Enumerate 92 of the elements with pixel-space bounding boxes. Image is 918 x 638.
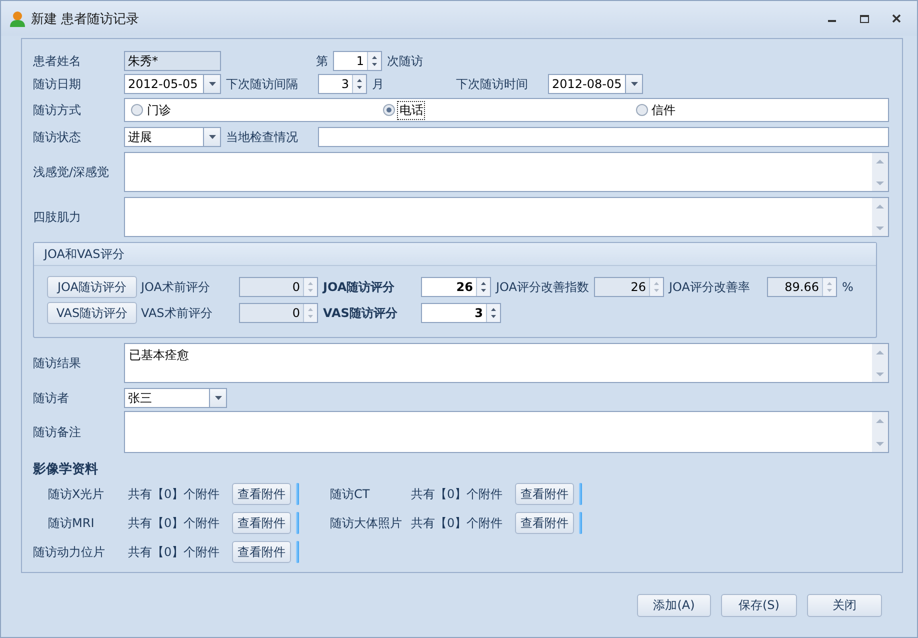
spin-field[interactable]: 1 (333, 51, 382, 71)
view-attachment-button[interactable]: 查看附件 (515, 512, 574, 534)
field-label: 患者姓名 (33, 52, 82, 70)
radio-icon[interactable] (383, 104, 396, 116)
spin-field[interactable]: 0 (239, 277, 318, 297)
scrollbar[interactable] (872, 153, 888, 191)
divider-bar (579, 512, 582, 534)
spin-field[interactable]: 0 (239, 303, 318, 323)
section-title: 影像学资料 (33, 461, 98, 478)
dropdown-button[interactable] (203, 128, 220, 146)
user-icon (10, 10, 25, 26)
dropdown-field[interactable]: 张三 (124, 388, 227, 408)
spin-field[interactable]: 26 (421, 277, 491, 297)
date-picker[interactable]: 2012-08-05 (548, 74, 643, 94)
footer-button[interactable]: 保存(S) (721, 594, 797, 617)
dropdown-field[interactable]: 进展 (124, 127, 221, 147)
dropdown-button[interactable] (203, 75, 220, 93)
divider-bar (296, 512, 299, 534)
footer-button[interactable]: 关闭 (807, 594, 882, 617)
score-button[interactable]: VAS随访评分 (47, 302, 137, 324)
spin-arrows-icon[interactable] (367, 52, 381, 70)
field-label: 当地检查情况 (226, 128, 299, 146)
scrollbar[interactable] (872, 344, 888, 382)
field-label: 随访方式 (33, 102, 82, 118)
attachment-label: 随访CT (330, 486, 371, 502)
dropdown-button[interactable] (209, 389, 226, 407)
attachment-count: 共有【0】个附件 (128, 544, 221, 560)
caret-icon (214, 396, 222, 400)
view-attachment-button[interactable]: 查看附件 (232, 512, 291, 534)
spin-field[interactable]: 3 (318, 74, 367, 94)
field-label: 第 (316, 52, 329, 70)
field-label: JOA评分改善指数 (496, 278, 590, 296)
date-picker[interactable]: 2012-05-05 (124, 74, 221, 94)
divider-bar (296, 483, 299, 505)
spin-field[interactable]: 89.66 (767, 277, 837, 297)
text-area[interactable] (124, 197, 889, 237)
view-attachment-button[interactable]: 查看附件 (232, 541, 291, 563)
field-label: 随访者 (33, 390, 70, 406)
attachment-label: 随访X光片 (48, 486, 106, 502)
maximize-icon[interactable] (860, 14, 868, 22)
field-label: VAS术前评分 (141, 304, 214, 322)
attachment-count: 共有【0】个附件 (411, 486, 504, 502)
radio-button[interactable]: 信件 (636, 102, 888, 118)
footer-button[interactable]: 添加(A) (637, 594, 711, 617)
text-area[interactable]: 已基本痊愈 (124, 343, 889, 383)
text-field[interactable] (318, 127, 889, 147)
radio-icon[interactable] (131, 104, 143, 116)
attachment-label: 随访MRI (48, 514, 96, 532)
spin-arrows-icon[interactable] (476, 278, 490, 296)
field-label: JOA随访评分 (323, 278, 396, 296)
field-label: 随访备注 (33, 424, 82, 440)
scrollbar[interactable] (872, 198, 888, 236)
view-attachment-button[interactable]: 查看附件 (232, 483, 291, 505)
radio-button[interactable]: 电话 (383, 102, 636, 118)
scrollbar[interactable] (872, 412, 888, 452)
field-label: 浅感觉/深感觉 (33, 164, 110, 180)
field-label: JOA评分改善率 (669, 278, 751, 296)
unit-label: % (842, 280, 854, 294)
field-label: VAS随访评分 (323, 304, 398, 322)
name-field[interactable]: 朱秀* (124, 51, 221, 71)
view-attachment-button[interactable]: 查看附件 (515, 483, 574, 505)
caret-icon (208, 135, 216, 139)
field-label: 随访状态 (33, 128, 82, 146)
attachment-count: 共有【0】个附件 (128, 486, 221, 502)
field-label: 随访日期 (33, 76, 82, 92)
dropdown-button[interactable] (625, 75, 642, 93)
caret-icon (208, 82, 216, 86)
divider-bar (579, 483, 582, 505)
spin-field[interactable]: 26 (594, 277, 664, 297)
text-area[interactable] (124, 152, 889, 192)
radio-button[interactable]: 门诊 (131, 102, 384, 118)
field-label: 次随访 (387, 52, 423, 70)
field-label: 月 (372, 76, 385, 92)
caret-icon (630, 82, 638, 86)
attachment-count: 共有【0】个附件 (128, 514, 221, 532)
spin-arrows-icon[interactable] (486, 304, 500, 322)
field-label: 随访结果 (33, 354, 82, 372)
spin-arrows-icon[interactable] (352, 75, 366, 93)
group-title: JOA和VAS评分 (44, 246, 124, 262)
field-label: 下次随访时间 (456, 76, 529, 92)
radio-icon[interactable] (636, 104, 648, 116)
divider-bar (296, 541, 299, 563)
close-icon[interactable] (892, 14, 900, 23)
attachment-label: 随访动力位片 (33, 544, 106, 560)
spin-field[interactable]: 3 (421, 303, 501, 323)
window-title: 新建 患者随访记录 (31, 10, 140, 28)
score-button[interactable]: JOA随访评分 (47, 276, 137, 298)
attachment-count: 共有【0】个附件 (411, 514, 504, 532)
field-label: 下次随访间隔 (226, 76, 299, 92)
field-label: 四肢肌力 (33, 208, 82, 226)
field-label: JOA术前评分 (141, 278, 211, 296)
attachment-label: 随访大体照片 (330, 514, 403, 532)
